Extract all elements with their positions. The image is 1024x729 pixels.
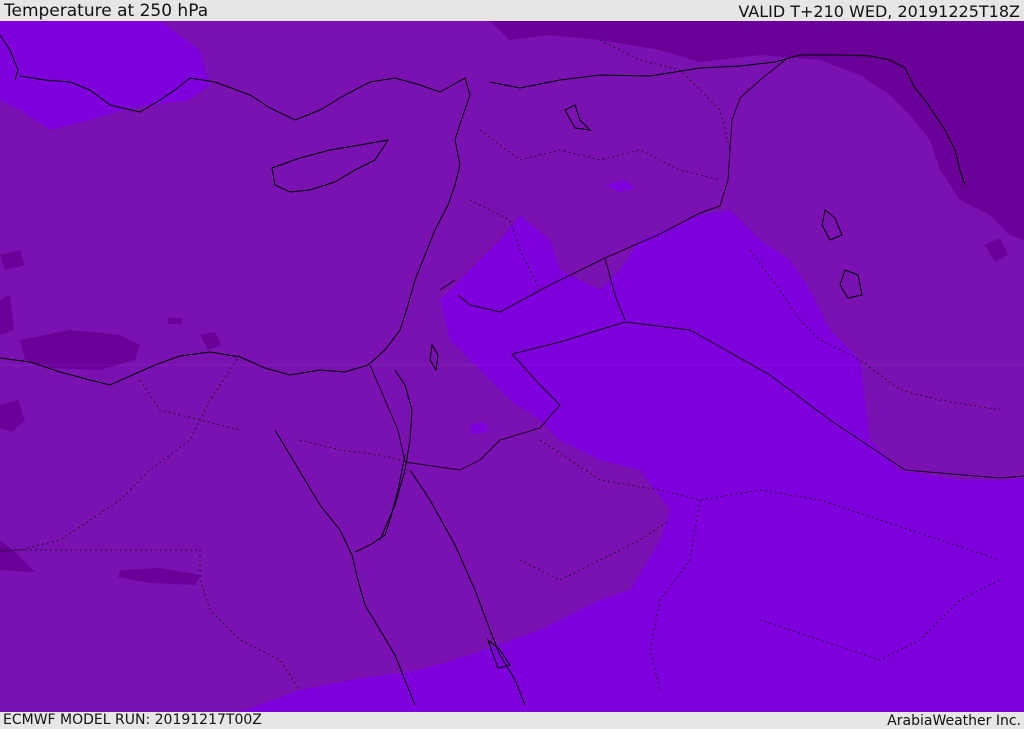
temperature-map	[0, 21, 1024, 712]
valid-time-label: VALID T+210 WED, 20191225T18Z	[738, 2, 1020, 21]
footer-bar: ECMWF MODEL RUN: 20191217T00Z ArabiaWeat…	[0, 712, 1024, 729]
header-bar: Temperature at 250 hPa VALID T+210 WED, …	[0, 0, 1024, 21]
model-run-label: ECMWF MODEL RUN: 20191217T00Z	[3, 712, 262, 728]
credit-label: ArabiaWeather Inc.	[887, 713, 1021, 729]
map-title: Temperature at 250 hPa	[4, 1, 209, 21]
